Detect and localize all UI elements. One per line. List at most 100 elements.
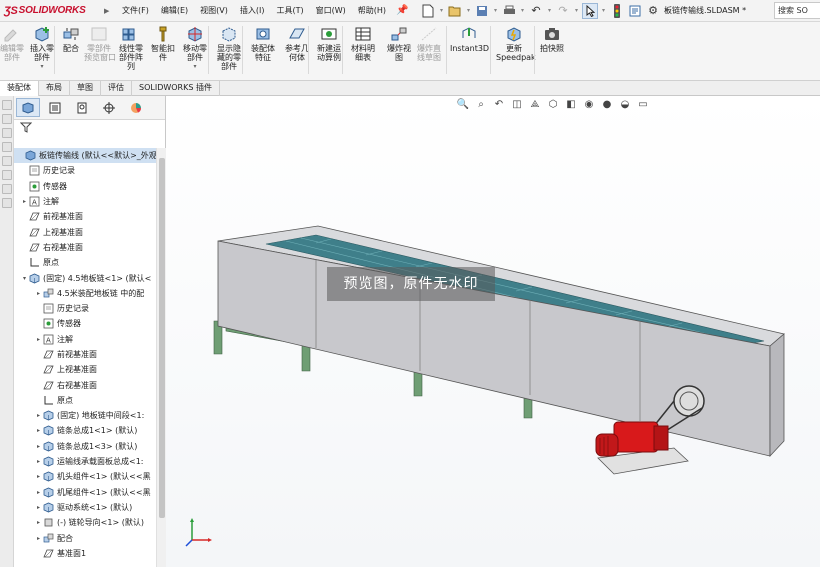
ribbon-button[interactable]: 拍快照 xyxy=(538,25,566,53)
tree-item[interactable]: 历史记录 xyxy=(14,163,156,178)
tree-item[interactable]: ▸ 4.5米装配地板链 中的配 xyxy=(14,286,156,301)
tool-strip-icon[interactable] xyxy=(2,184,12,194)
tree-item[interactable]: 原点 xyxy=(14,393,156,408)
print-icon[interactable] xyxy=(501,3,517,19)
new-document-icon[interactable] xyxy=(420,3,436,19)
command-tab[interactable]: 评估 xyxy=(101,81,132,96)
command-tab[interactable]: 装配体 xyxy=(0,81,39,96)
chevron-right-icon[interactable]: ▸ xyxy=(20,198,29,205)
menu-item[interactable]: 编辑(E) xyxy=(155,5,194,16)
menu-item[interactable]: 工具(T) xyxy=(270,5,309,16)
command-tab[interactable]: 草图 xyxy=(70,81,101,96)
tree-item[interactable]: 上视基准面 xyxy=(14,224,156,239)
dropdown-arrow-icon[interactable]: ▾ xyxy=(573,7,580,14)
ribbon-button[interactable]: 显示隐 藏的零 部件 xyxy=(214,25,244,71)
command-tab[interactable]: SOLIDWORKS 插件 xyxy=(132,81,220,96)
tool-strip-icon[interactable] xyxy=(2,170,12,180)
feature-tree-tab-icon[interactable] xyxy=(16,98,40,117)
dropdown-arrow-icon[interactable]: ▾ xyxy=(465,7,472,14)
chevron-right-icon[interactable]: ▸ xyxy=(34,504,43,511)
tree-item[interactable]: 前视基准面 xyxy=(14,209,156,224)
command-tab[interactable]: 布局 xyxy=(39,81,70,96)
chevron-right-icon[interactable]: ▸ xyxy=(34,489,43,496)
pin-icon[interactable]: 📌 xyxy=(396,5,410,16)
gear-icon[interactable]: ⚙ xyxy=(645,3,661,19)
dropdown-arrow-icon[interactable]: ▾ xyxy=(519,7,526,14)
ribbon-button[interactable]: 装配体 特征 xyxy=(248,25,278,62)
tree-item[interactable]: 上视基准面 xyxy=(14,362,156,377)
tree-item[interactable]: ▾ (固定) 4.5地板链<1> (默认< xyxy=(14,270,156,285)
tree-item[interactable]: 传感器 xyxy=(14,179,156,194)
search-input[interactable]: 搜索 SO xyxy=(774,2,820,19)
menu-item[interactable]: 窗口(W) xyxy=(310,5,352,16)
tool-strip-icon[interactable] xyxy=(2,156,12,166)
tree-item[interactable]: 传感器 xyxy=(14,316,156,331)
scrollbar-thumb[interactable] xyxy=(159,158,165,518)
display-manager-tab-icon[interactable] xyxy=(124,98,148,117)
ribbon-button[interactable]: 插入零 部件 ▾ xyxy=(28,25,56,71)
chevron-right-icon[interactable]: ▸ xyxy=(34,519,43,526)
file-properties-icon[interactable] xyxy=(627,3,643,19)
tree-item[interactable]: ▸ A 注解 xyxy=(14,332,156,347)
chevron-right-icon[interactable]: ▶ xyxy=(104,7,116,15)
chevron-right-icon[interactable]: ▸ xyxy=(34,427,43,434)
tree-item[interactable]: 基准面1 xyxy=(14,546,156,561)
conveyor-model[interactable] xyxy=(166,96,820,567)
tree-item[interactable]: 右视基准面 xyxy=(14,240,156,255)
tree-item[interactable]: ▸ 链条总成1<1> (默认) xyxy=(14,423,156,438)
menu-item[interactable]: 视图(V) xyxy=(194,5,234,16)
ribbon-button[interactable]: 移动零 部件 ▾ xyxy=(180,25,210,71)
tree-item[interactable]: ▸ 链条总成1<3> (默认) xyxy=(14,439,156,454)
save-icon[interactable] xyxy=(474,3,490,19)
property-manager-tab-icon[interactable] xyxy=(43,98,67,117)
tree-item[interactable]: 原点 xyxy=(14,255,156,270)
ribbon-button[interactable]: 爆炸直 线草图 xyxy=(414,25,444,62)
dropdown-arrow-icon[interactable]: ▾ xyxy=(180,62,210,71)
ribbon-button[interactable]: 线性零 部件阵 列 xyxy=(116,25,146,71)
redo-icon[interactable]: ↷ xyxy=(555,3,571,19)
chevron-right-icon[interactable]: ▸ xyxy=(34,336,43,343)
dimxpert-tab-icon[interactable] xyxy=(97,98,121,117)
tree-item[interactable]: 前视基准面 xyxy=(14,347,156,362)
tool-strip-icon[interactable] xyxy=(2,142,12,152)
tree-item[interactable]: ▸ 配合 xyxy=(14,530,156,545)
tool-strip-icon[interactable] xyxy=(2,100,12,110)
chevron-right-icon[interactable]: ▸ xyxy=(34,412,43,419)
tree-item[interactable]: ▸ A 注解 xyxy=(14,194,156,209)
ribbon-button[interactable]: 编辑零 部件 xyxy=(0,25,26,62)
configuration-manager-tab-icon[interactable] xyxy=(70,98,94,117)
dropdown-arrow-icon[interactable]: ▾ xyxy=(492,7,499,14)
tree-item[interactable]: ▸ (-) 链轮导向<1> (默认) xyxy=(14,515,156,530)
tool-strip-icon[interactable] xyxy=(2,114,12,124)
chevron-right-icon[interactable]: ▸ xyxy=(34,443,43,450)
graphics-area[interactable]: 🔍 ⌕ ↶ ◫ ⟁ ⬡ ◧ ◉ ● ◒ ▭ 预览图，原件无水印 xyxy=(166,96,820,567)
ribbon-button[interactable]: 配合 xyxy=(60,25,82,53)
filter-icon[interactable] xyxy=(14,120,165,134)
ribbon-button[interactable]: 更新 Speedpak xyxy=(496,25,536,62)
tree-item[interactable]: 右视基准面 xyxy=(14,377,156,392)
tree-item[interactable]: 板链传输线 (默认<<默认>_外观 xyxy=(14,148,156,164)
dropdown-arrow-icon[interactable]: ▾ xyxy=(438,7,445,14)
chevron-right-icon[interactable]: ▸ xyxy=(34,473,43,480)
open-folder-icon[interactable] xyxy=(447,3,463,19)
menu-item[interactable]: 插入(I) xyxy=(234,5,271,16)
tree-item[interactable]: ▸ 驱动系统<1> (默认) xyxy=(14,500,156,515)
ribbon-button[interactable]: 智能扣 件 xyxy=(148,25,178,62)
tree-item[interactable]: ▸ 运输线承载面板总成<1: xyxy=(14,454,156,469)
tree-item[interactable]: ▸ 机尾组件<1> (默认<<黑 xyxy=(14,485,156,500)
ribbon-button[interactable]: 零部件 预览窗口 xyxy=(84,25,116,62)
chevron-right-icon[interactable]: ▸ xyxy=(34,290,43,297)
rebuild-traffic-light-icon[interactable] xyxy=(609,3,625,19)
ribbon-button[interactable]: 材料明 细表 xyxy=(348,25,378,62)
chevron-right-icon[interactable]: ▸ xyxy=(34,535,43,542)
ribbon-button[interactable]: 新建运 动算例 xyxy=(314,25,344,62)
dropdown-arrow-icon[interactable]: ▾ xyxy=(546,7,553,14)
tool-strip-icon[interactable] xyxy=(2,128,12,138)
chevron-down-icon[interactable]: ▾ xyxy=(20,275,29,282)
tree-scrollbar[interactable] xyxy=(156,148,166,567)
tree-item[interactable]: 历史记录 xyxy=(14,301,156,316)
ribbon-button[interactable]: 爆炸视 图 xyxy=(384,25,414,62)
tree-item[interactable]: ▸ (固定) 地板链中间段<1: xyxy=(14,408,156,423)
tree-item[interactable]: ▸ 机头组件<1> (默认<<黑 xyxy=(14,469,156,484)
tool-strip-icon[interactable] xyxy=(2,198,12,208)
